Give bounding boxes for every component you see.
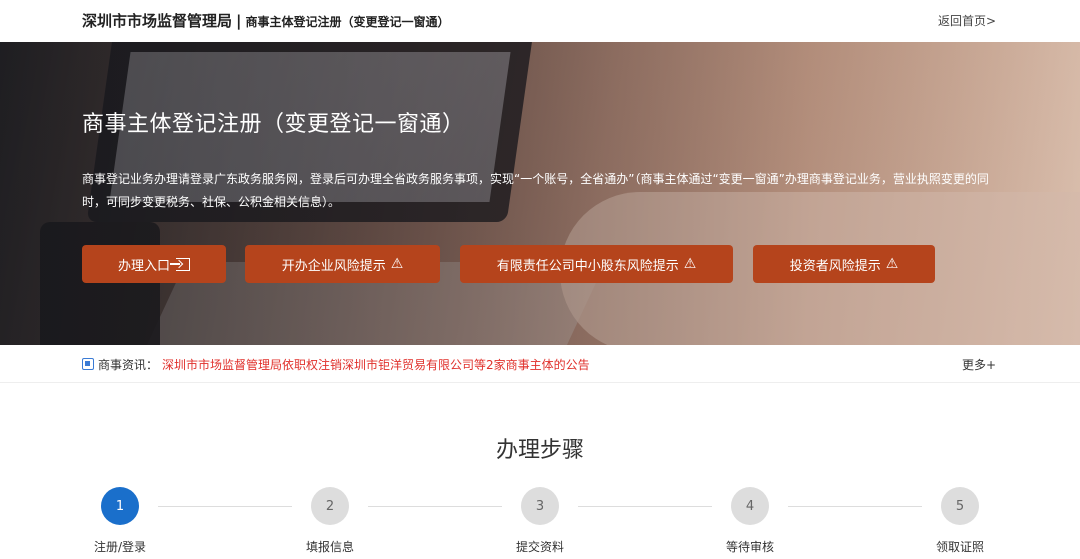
investor-risk-button[interactable]: 投资者风险提示 ⚠ xyxy=(753,245,935,283)
news-icon xyxy=(82,358,94,370)
system-subtitle: 商事主体登记注册（变更登记一窗通） xyxy=(245,15,450,29)
shareholder-risk-label: 有限责任公司中小股东风险提示 xyxy=(496,258,679,274)
step-5-circle: 5 xyxy=(941,487,979,525)
investor-risk-label: 投资者风险提示 xyxy=(789,258,881,274)
steps-title: 办理步骤 xyxy=(495,438,584,463)
top-header: 深圳市市场监督管理局 | 商事主体登记注册（变更登记一窗通） 返回首页> xyxy=(0,0,1080,42)
enter-icon xyxy=(170,257,190,271)
step-connector xyxy=(788,506,922,507)
enterprise-risk-label: 开办企业风险提示 xyxy=(281,258,386,274)
step-connector xyxy=(578,506,712,507)
home-link[interactable]: 返回首页> xyxy=(938,12,996,29)
step-connector xyxy=(368,506,502,507)
step-1-label: 注册/登录 xyxy=(93,540,147,554)
step-4-label: 等待审核 xyxy=(725,540,775,554)
news-more-link[interactable]: 更多+ xyxy=(962,356,996,373)
step-2-circle: 2 xyxy=(311,487,349,525)
news-headline-link[interactable]: 深圳市市场监督管理局依职权注销深圳市钜洋贸易有限公司等2家商事主体的公告 xyxy=(162,356,590,373)
shareholder-risk-button[interactable]: 有限责任公司中小股东风险提示 ⚠ xyxy=(460,245,733,283)
warning-icon: ⚠ xyxy=(683,256,697,272)
step-3-label: 提交资料 xyxy=(515,540,565,554)
brand-separator: | xyxy=(236,12,242,30)
step-5-label: 领取证照 xyxy=(935,540,985,554)
entry-button-label: 办理入口 xyxy=(117,258,170,274)
hero-title: 商事主体登记注册（变更登记一窗通） xyxy=(82,112,465,137)
step-2-label: 填报信息 xyxy=(305,540,355,554)
warning-icon: ⚠ xyxy=(885,256,899,272)
steps-progress: 1 2 3 4 5 注册/登录 填报信息 提交资料 等待审核 领取证照 xyxy=(0,487,1080,559)
news-bar: 商事资讯： 深圳市市场监督管理局依职权注销深圳市钜洋贸易有限公司等2家商事主体的… xyxy=(0,345,1080,383)
step-3-circle: 3 xyxy=(521,487,559,525)
hero-description: 商事登记业务办理请登录广东政务服务网，登录后可办理全省政务服务事项，实现“一个账… xyxy=(82,172,989,209)
step-connector xyxy=(158,506,292,507)
site-brand: 深圳市市场监督管理局 | 商事主体登记注册（变更登记一窗通） xyxy=(82,10,450,31)
news-label: 商事资讯： xyxy=(98,358,159,372)
step-1-circle: 1 xyxy=(101,487,139,525)
enterprise-risk-button[interactable]: 开办企业风险提示 ⚠ xyxy=(245,245,440,283)
warning-icon: ⚠ xyxy=(390,256,404,272)
org-name: 深圳市市场监督管理局 xyxy=(82,12,233,30)
step-4-circle: 4 xyxy=(731,487,769,525)
entry-button[interactable]: 办理入口 xyxy=(82,245,226,283)
hero-banner: 商事主体登记注册（变更登记一窗通） 商事登记业务办理请登录广东政务服务网，登录后… xyxy=(0,42,1080,345)
